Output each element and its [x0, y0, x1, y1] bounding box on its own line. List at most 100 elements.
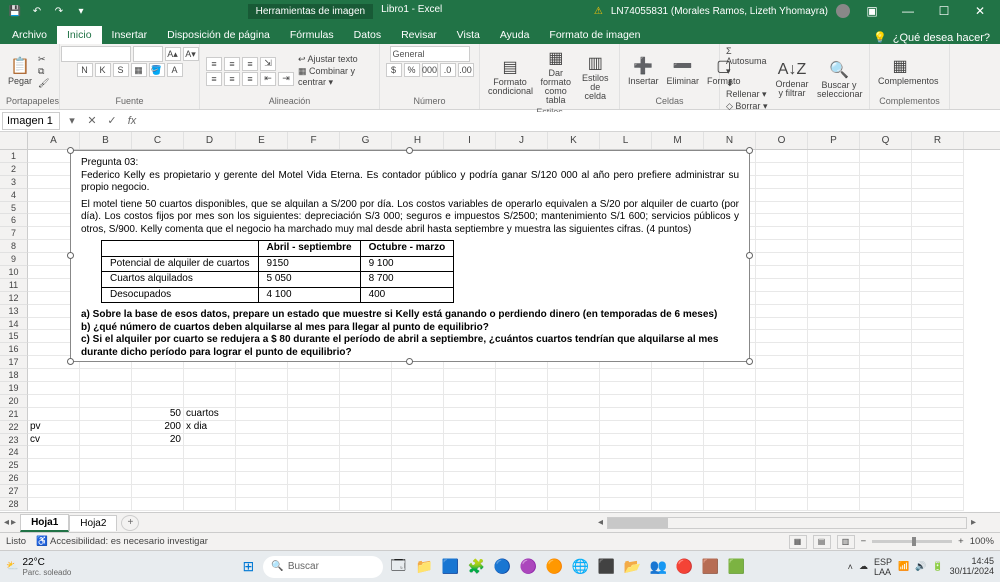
tab-archivo[interactable]: Archivo	[2, 26, 57, 44]
font-select[interactable]	[61, 46, 131, 62]
tab-ayuda[interactable]: Ayuda	[490, 26, 540, 44]
cell[interactable]	[600, 434, 652, 447]
cell[interactable]	[756, 382, 808, 395]
cell[interactable]	[288, 395, 340, 408]
cell[interactable]	[756, 163, 808, 176]
cell[interactable]	[548, 459, 600, 472]
cell[interactable]	[444, 395, 496, 408]
decrease-font-icon[interactable]: A▾	[183, 47, 199, 61]
cell[interactable]	[236, 459, 288, 472]
cell[interactable]	[704, 485, 756, 498]
cell[interactable]	[808, 356, 860, 369]
cell[interactable]	[808, 214, 860, 227]
cell[interactable]	[860, 330, 912, 343]
border-icon[interactable]: ▦	[131, 63, 147, 77]
cell[interactable]	[392, 421, 444, 434]
cell[interactable]	[860, 189, 912, 202]
cell[interactable]	[912, 408, 964, 421]
cell[interactable]	[184, 382, 236, 395]
cell[interactable]	[860, 253, 912, 266]
align-mid-icon[interactable]: ≡	[224, 57, 240, 71]
cell[interactable]	[860, 459, 912, 472]
cell[interactable]	[808, 369, 860, 382]
col-D[interactable]: D	[184, 132, 236, 149]
cell[interactable]	[756, 459, 808, 472]
cell[interactable]	[756, 369, 808, 382]
cell[interactable]	[600, 408, 652, 421]
cell[interactable]	[80, 498, 132, 511]
undo-icon[interactable]: ↶	[28, 3, 46, 19]
save-icon[interactable]: 💾	[6, 3, 24, 19]
accept-formula-icon[interactable]: ✓	[104, 112, 120, 130]
cell[interactable]: 50	[132, 408, 184, 421]
col-L[interactable]: L	[600, 132, 652, 149]
cell[interactable]	[704, 434, 756, 447]
cell[interactable]	[444, 498, 496, 511]
cell[interactable]	[80, 446, 132, 459]
cell[interactable]	[444, 369, 496, 382]
cell[interactable]	[340, 382, 392, 395]
row-header-18[interactable]: 18	[0, 369, 28, 382]
app-icon-8[interactable]: 🟫	[699, 556, 721, 578]
cell[interactable]	[912, 214, 964, 227]
row-header-22[interactable]: 22	[0, 421, 28, 434]
cell[interactable]	[392, 446, 444, 459]
cell[interactable]	[860, 485, 912, 498]
row-header-21[interactable]: 21	[0, 408, 28, 421]
scroll-right-icon[interactable]: ▸	[967, 517, 980, 528]
cell[interactable]	[80, 421, 132, 434]
grid[interactable]: A B C D E F G H I J K L M N O P Q R 1234…	[0, 132, 1000, 512]
cell[interactable]	[80, 485, 132, 498]
cell[interactable]	[860, 318, 912, 331]
avatar[interactable]	[836, 4, 850, 18]
cell[interactable]	[652, 485, 704, 498]
tab-vista[interactable]: Vista	[447, 26, 490, 44]
cell[interactable]	[860, 434, 912, 447]
cell[interactable]	[756, 150, 808, 163]
align-bot-icon[interactable]: ≡	[242, 57, 258, 71]
cell[interactable]	[756, 356, 808, 369]
col-B[interactable]: B	[80, 132, 132, 149]
find-button[interactable]: 🔍Buscar y seleccionar	[815, 58, 863, 101]
sheet-tab-hoja1[interactable]: Hoja1	[20, 514, 69, 532]
cell[interactable]	[860, 305, 912, 318]
cell[interactable]	[236, 369, 288, 382]
cell[interactable]	[808, 446, 860, 459]
cell[interactable]	[184, 498, 236, 511]
cell[interactable]	[808, 421, 860, 434]
cell[interactable]	[912, 446, 964, 459]
cell[interactable]: x dia	[184, 421, 236, 434]
cell[interactable]	[184, 485, 236, 498]
cell[interactable]	[132, 498, 184, 511]
cell[interactable]	[860, 472, 912, 485]
cell[interactable]	[756, 408, 808, 421]
cell[interactable]	[600, 446, 652, 459]
cell[interactable]	[860, 356, 912, 369]
cell[interactable]	[756, 343, 808, 356]
cell[interactable]	[756, 330, 808, 343]
row-header-12[interactable]: 12	[0, 292, 28, 305]
cell[interactable]	[860, 150, 912, 163]
cell[interactable]	[132, 446, 184, 459]
cell[interactable]	[808, 176, 860, 189]
cell[interactable]	[496, 382, 548, 395]
app-icon-3[interactable]: 🔵	[491, 556, 513, 578]
cell[interactable]	[860, 227, 912, 240]
onedrive-icon[interactable]: ☁	[859, 561, 868, 572]
cancel-formula-icon[interactable]: ✕	[84, 112, 100, 130]
cell[interactable]	[80, 408, 132, 421]
app-icon-5[interactable]: 🟠	[543, 556, 565, 578]
col-M[interactable]: M	[652, 132, 704, 149]
cell[interactable]	[652, 408, 704, 421]
tab-datos[interactable]: Datos	[344, 26, 391, 44]
row-header-15[interactable]: 15	[0, 330, 28, 343]
cell[interactable]	[704, 369, 756, 382]
cell[interactable]	[548, 485, 600, 498]
view-normal-icon[interactable]: ▦	[789, 535, 807, 549]
resize-handle-tr[interactable]	[746, 147, 753, 154]
cell[interactable]	[340, 446, 392, 459]
tab-disposicion[interactable]: Disposición de página	[157, 26, 280, 44]
cell[interactable]	[912, 330, 964, 343]
cell[interactable]	[860, 446, 912, 459]
tray-chevron-icon[interactable]: ˄	[848, 562, 853, 572]
